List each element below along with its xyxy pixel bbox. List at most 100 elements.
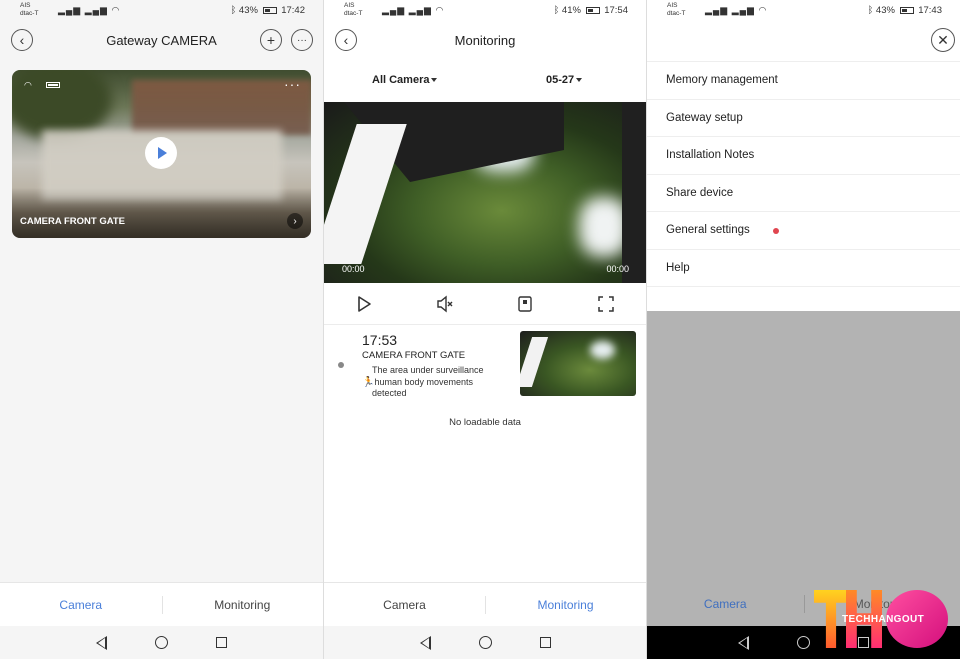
event-description: The area under surveillance 🏃human body … [362,365,502,400]
thumbnail-beam [520,337,549,387]
system-back-icon[interactable] [738,635,749,650]
carrier-1: AIS [20,2,31,9]
sd-card-icon [518,296,532,312]
video-controls [324,292,646,316]
video-beam [324,124,407,264]
status-right: ᛒ 43% 17:42 [231,5,305,16]
system-home-icon[interactable] [797,636,810,649]
no-data-text: No loadable data [449,417,521,428]
date-filter-dropdown[interactable]: 05-27 [546,74,583,86]
plus-icon: + [266,32,276,48]
page-title: Monitoring [454,33,516,48]
event-thumbnail[interactable] [520,331,636,396]
chevron-right-icon[interactable]: › [287,213,303,229]
status-bar: AIS dtac-T ▂▄▆ ▂▄▆ ◠ ᛒ 41% 17:54 [324,0,646,22]
battery-percent: 43% [238,5,258,16]
logo-text: TECHHANGOUT [842,614,925,625]
status-right: ᛒ 43% 17:43 [868,5,942,16]
screen-monitoring: AIS dtac-T ▂▄▆ ▂▄▆ ◠ ᛒ 41% 17:54 ‹ Monit… [323,0,646,659]
event-desc-line3: detected [372,388,407,398]
battery-percent: 43% [875,5,895,16]
battery-icon [262,6,277,14]
battery-icon [899,6,914,14]
status-bar: AIS dtac-T ▂▄▆ ▂▄▆ ◠ ᛒ 43% 17:42 [0,0,323,22]
clock: 17:43 [918,5,942,16]
running-person-icon: 🏃 [362,376,375,388]
camera-battery-icon [46,82,60,88]
bottom-tab-bar: Camera Monitoring [0,582,323,626]
bluetooth-icon: ᛒ [230,5,237,16]
clock: 17:54 [604,5,628,16]
play-button[interactable] [353,293,375,315]
play-icon [358,296,372,312]
screen-settings-menu: AIS dtac-T ▂▄▆ ▂▄▆ ◠ ᛒ 43% 17:43 ✕ Memor… [646,0,960,659]
mute-button[interactable] [434,293,456,315]
screen-gateway-camera: AIS dtac-T ▂▄▆ ▂▄▆ ◠ ᛒ 43% 17:42 ‹ Gatew… [0,0,323,659]
system-home-icon[interactable] [478,636,492,649]
fullscreen-icon [598,296,614,312]
event-desc-line2: human body movements [374,376,474,387]
timeline-dot [338,362,344,368]
tab-camera[interactable]: Camera [0,583,162,626]
sd-card-button[interactable] [514,293,536,315]
bluetooth-icon: ᛒ [553,5,560,16]
tab-monitoring[interactable]: Monitoring [485,583,646,626]
divider [324,324,646,325]
thumbnail-sky [590,341,615,359]
carrier-info: AIS dtac-T [20,2,38,18]
camera-card[interactable]: ◠ ··· CAMERA FRONT GATE › [12,70,311,238]
carrier-info: AIS dtac-T [667,2,685,18]
tab-camera[interactable]: Camera [324,583,485,626]
nav-bar: ‹ Gateway CAMERA + ··· [0,24,323,58]
play-button[interactable] [145,137,177,169]
video-current-time: 00:00 [342,264,365,274]
video-edge [622,102,646,283]
menu-item-share-device[interactable]: Share device [647,175,960,212]
event-camera: CAMERA FRONT GATE [362,350,466,361]
camera-name: CAMERA FRONT GATE [20,216,126,227]
bottom-tab-bar: Camera Monitoring [324,582,646,626]
add-button[interactable]: + [260,29,282,51]
event-desc-line1: The area under surveillance [372,365,484,375]
battery-percent: 41% [561,5,581,16]
wifi-icon: ◠ [24,80,32,90]
system-nav-bar [324,626,646,659]
close-button[interactable]: ✕ [931,28,955,52]
carrier-2: dtac-T [344,10,363,17]
play-icon [158,147,167,159]
menu-item-help[interactable]: Help [647,250,960,287]
system-home-icon[interactable] [155,636,168,649]
menu-item-installation-notes[interactable]: Installation Notes [647,137,960,175]
more-icon: ··· [297,34,307,46]
settings-menu: Memory management Gateway setup Installa… [647,61,960,287]
date-filter-label: 05-27 [546,74,575,86]
more-button[interactable]: ··· [291,29,313,51]
tab-camera: Camera [703,597,747,611]
camera-preview-shade [12,188,311,238]
caret-down-icon [431,78,438,83]
fullscreen-button[interactable] [595,293,617,315]
system-nav-bar [0,626,323,659]
menu-item-gateway-setup[interactable]: Gateway setup [647,100,960,137]
camera-filter-dropdown[interactable]: All Camera [372,74,438,86]
signal-icon: ▂▄▆ ▂▄▆ ◠ [58,5,121,15]
video-duration: 00:00 [606,264,629,274]
video-player[interactable]: 00:00 00:00 [324,102,646,283]
clock: 17:42 [281,5,305,16]
close-icon: ✕ [937,31,949,48]
carrier-1: AIS [344,2,355,9]
system-recent-icon[interactable] [539,637,551,648]
system-recent-icon[interactable] [216,637,227,648]
menu-item-memory-management[interactable]: Memory management [647,62,960,100]
carrier-2: dtac-T [20,10,39,17]
system-back-icon[interactable] [96,635,107,650]
battery-icon [585,6,600,14]
menu-item-label: General settings [666,224,750,236]
camera-more-icon[interactable]: ··· [284,76,301,92]
system-back-icon[interactable] [419,635,431,650]
nav-bar: ‹ Monitoring [324,24,646,58]
status-bar: AIS dtac-T ▂▄▆ ▂▄▆ ◠ ᛒ 43% 17:43 [647,0,960,22]
menu-item-general-settings[interactable]: General settings [647,212,960,250]
tab-monitoring[interactable]: Monitoring [161,583,324,626]
signal-icon: ▂▄▆ ▂▄▆ ◠ [382,5,445,15]
